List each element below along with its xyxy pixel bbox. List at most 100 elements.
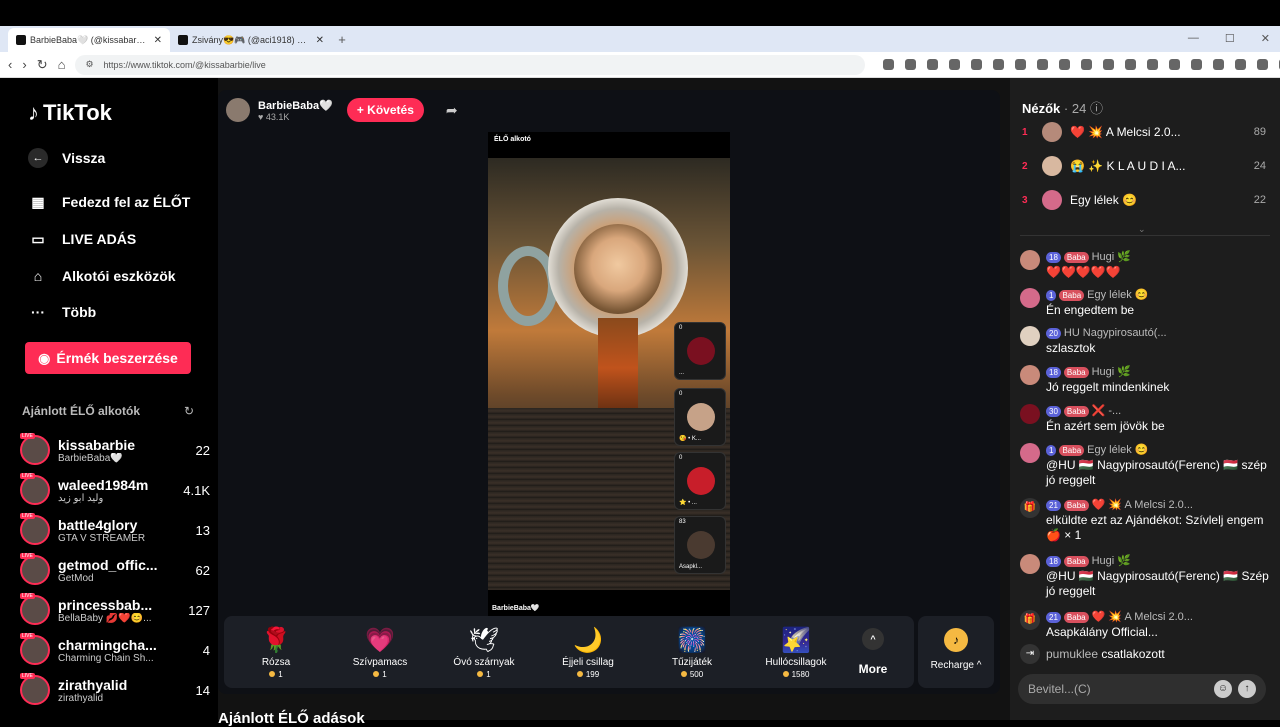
live-badge: LIVE bbox=[20, 433, 35, 439]
creator-item[interactable]: LIVE waleed1984m وليد ابو زيد 4.1K bbox=[20, 472, 210, 508]
gift-item[interactable]: 🕊 Óvó szárnyak 1 bbox=[432, 625, 536, 679]
chat-input[interactable]: Bevitel...(C) ☺ ↑ bbox=[1018, 674, 1266, 704]
extension-icon[interactable] bbox=[971, 59, 983, 70]
cohost-tile[interactable]: 83 Asapkl... bbox=[674, 516, 726, 574]
cohost-avatar bbox=[687, 531, 715, 559]
minimize-icon[interactable]: — bbox=[1188, 32, 1199, 44]
chat-user[interactable]: ❤️ 💥 A Melcsi 2.0... bbox=[1092, 498, 1193, 513]
coin-icon bbox=[269, 671, 276, 677]
recharge-button[interactable]: ♪ Recharge ^ bbox=[918, 616, 994, 688]
cohost-tile[interactable]: 0 😘 • K... bbox=[674, 388, 726, 446]
tiktok-logo[interactable]: ♪ TikTok bbox=[28, 100, 112, 126]
reload-icon[interactable]: ↻ bbox=[37, 57, 48, 73]
chat-user[interactable]: ❌ -... bbox=[1092, 404, 1122, 419]
gift-item[interactable]: 🎆 Tűzijáték 500 bbox=[640, 625, 744, 679]
top-viewer[interactable]: 1 ❤️ 💥 A Melcsi 2.0... 89 bbox=[1022, 120, 1266, 144]
level-badge: 18 bbox=[1046, 367, 1061, 378]
home-icon[interactable]: ⌂ bbox=[58, 57, 66, 72]
extension-icon[interactable] bbox=[1037, 59, 1049, 70]
join-user[interactable]: pumuklee bbox=[1046, 647, 1098, 661]
sidebar-item-creator-tools[interactable]: ⌂ Alkotói eszközök bbox=[28, 266, 176, 286]
extension-icon[interactable] bbox=[1059, 59, 1071, 70]
close-window-icon[interactable]: ✕ bbox=[1261, 32, 1270, 45]
chat-input-placeholder: Bevitel...(C) bbox=[1028, 682, 1091, 696]
creator-item[interactable]: LIVE battle4glory GTA V STREAMER 13 bbox=[20, 512, 210, 548]
extension-icon[interactable] bbox=[1191, 59, 1203, 70]
gift-item[interactable]: 🌠 Hullócsillagok 1580 bbox=[744, 625, 848, 679]
sidebar-item-more[interactable]: ··· Több bbox=[28, 302, 96, 322]
extension-icon[interactable] bbox=[1081, 59, 1093, 70]
chat-user[interactable]: Egy lélek 😊 bbox=[1087, 443, 1148, 458]
browser-tab-active[interactable]: BarbieBaba🤍 (@kissabarbie... ✕ bbox=[8, 28, 170, 52]
url-field[interactable]: ⚙ https://www.tiktok.com/@kissabarbie/li… bbox=[75, 54, 866, 75]
extension-icon[interactable] bbox=[993, 59, 1005, 70]
back-button[interactable]: ← Vissza bbox=[28, 148, 105, 168]
new-tab-button[interactable]: + bbox=[332, 28, 352, 52]
extension-icon[interactable] bbox=[1257, 59, 1269, 70]
cohost-tile[interactable]: 0 ... bbox=[674, 322, 726, 380]
chat-user[interactable]: Nagypirosautó(... bbox=[1083, 326, 1167, 341]
chat-user[interactable]: Hugi 🌿 bbox=[1092, 554, 1131, 569]
creator-item[interactable]: LIVE princessbab... BellaBaby 💋❤️😊... 127 bbox=[20, 592, 210, 628]
extension-icon[interactable] bbox=[1235, 59, 1247, 70]
close-tab-icon[interactable]: ✕ bbox=[154, 35, 162, 46]
maximize-icon[interactable]: ☐ bbox=[1225, 32, 1235, 45]
creator-item[interactable]: LIVE charmingcha... Charming Chain Sh... … bbox=[20, 632, 210, 668]
send-icon[interactable]: ↑ bbox=[1238, 680, 1256, 698]
video-tag: ÉLŐ alkotó bbox=[494, 136, 531, 143]
refresh-icon[interactable]: ↻ bbox=[184, 404, 194, 418]
host-avatar[interactable] bbox=[226, 98, 250, 122]
sidebar-item-explore-live[interactable]: ▦ Fedezd fel az ÉLŐT bbox=[28, 192, 190, 212]
gift-item[interactable]: 🌹 Rózsa 1 bbox=[224, 625, 328, 679]
creator-item[interactable]: LIVE getmod_offic... GetMod 62 bbox=[20, 552, 210, 588]
share-icon[interactable]: ➦ bbox=[446, 102, 458, 119]
close-tab-icon[interactable]: ✕ bbox=[316, 35, 324, 46]
host-name[interactable]: BarbieBaba🤍 bbox=[258, 99, 333, 112]
chevron-down-icon[interactable]: ⌄ bbox=[1138, 224, 1146, 235]
avatar bbox=[1020, 250, 1040, 270]
cohost-count: 0 bbox=[679, 455, 683, 461]
forward-arrow-icon[interactable]: › bbox=[22, 57, 26, 72]
extension-icon[interactable] bbox=[1169, 59, 1181, 70]
gift-item[interactable]: 🌙 Éjjeli csillag 199 bbox=[536, 625, 640, 679]
extension-icon[interactable] bbox=[1103, 59, 1115, 70]
gift-item[interactable]: 💗 Szívpamacs 1 bbox=[328, 625, 432, 679]
browser-tab[interactable]: Zsivány😎🎮 (@aci1918) ÉLŐ adás... ✕ bbox=[170, 28, 332, 52]
chat-gift-message: 🎁 21 Baba ❤️ 💥 A Melcsi 2.0... elküldte ezt… bbox=[1020, 498, 1270, 543]
help-icon[interactable]: ⓘ bbox=[1090, 101, 1103, 116]
viewers-header: Nézők · 24 ⓘ bbox=[1022, 98, 1103, 117]
chat-user[interactable]: Egy lélek 😊 bbox=[1087, 288, 1148, 303]
extension-icon[interactable] bbox=[883, 59, 895, 70]
extension-icon[interactable] bbox=[927, 59, 939, 70]
creator-item[interactable]: LIVE zirathyalid zirathyalid 14 bbox=[20, 672, 210, 708]
site-info-icon[interactable]: ⚙ bbox=[85, 59, 93, 70]
get-coins-button[interactable]: ◉ Érmék beszerzése bbox=[25, 342, 191, 374]
cohost-tile[interactable]: 0 ⭐ • ... bbox=[674, 452, 726, 510]
cohost-label: ⭐ • ... bbox=[679, 500, 697, 506]
extension-icon[interactable] bbox=[1147, 59, 1159, 70]
live-video[interactable]: ÉLŐ alkotó BarbieBaba🤍 0 ... 0 😘 • K... … bbox=[488, 132, 730, 618]
gift-price: 1 bbox=[328, 670, 432, 679]
emoji-icon[interactable]: ☺ bbox=[1214, 680, 1232, 698]
follow-button[interactable]: + Követés bbox=[346, 98, 424, 122]
top-viewer[interactable]: 3 Egy lélek 😊 22 bbox=[1022, 188, 1266, 212]
chat-user[interactable]: Hugi 🌿 bbox=[1092, 250, 1131, 265]
extension-icon[interactable] bbox=[949, 59, 961, 70]
chat-user[interactable]: Hugi 🌿 bbox=[1092, 365, 1131, 380]
extension-icon[interactable] bbox=[1015, 59, 1027, 70]
coin-icon bbox=[782, 671, 789, 677]
viewer-rank: 1 bbox=[1022, 126, 1028, 138]
back-arrow-icon[interactable]: ‹ bbox=[8, 57, 12, 72]
chat-text: ❤️❤️❤️❤️❤️ bbox=[1046, 265, 1121, 279]
extension-icon[interactable] bbox=[1213, 59, 1225, 70]
extension-icon[interactable] bbox=[1125, 59, 1137, 70]
chat-user[interactable]: ❤️ 💥 A Melcsi 2.0... bbox=[1092, 610, 1193, 625]
sidebar-item-live-broadcast[interactable]: ▭ LIVE ADÁS bbox=[28, 229, 136, 249]
more-gifts-button[interactable]: ^ More bbox=[848, 628, 898, 676]
viewer-score: 89 bbox=[1253, 126, 1266, 138]
avatar bbox=[1020, 554, 1040, 574]
top-viewer[interactable]: 2 😭 ✨ K L A U D I A... 24 bbox=[1022, 154, 1266, 178]
extension-icon[interactable] bbox=[905, 59, 917, 70]
creator-item[interactable]: LIVE kissabarbie BarbieBaba🤍 22 bbox=[20, 432, 210, 468]
viewer-count: 62 bbox=[195, 562, 210, 578]
